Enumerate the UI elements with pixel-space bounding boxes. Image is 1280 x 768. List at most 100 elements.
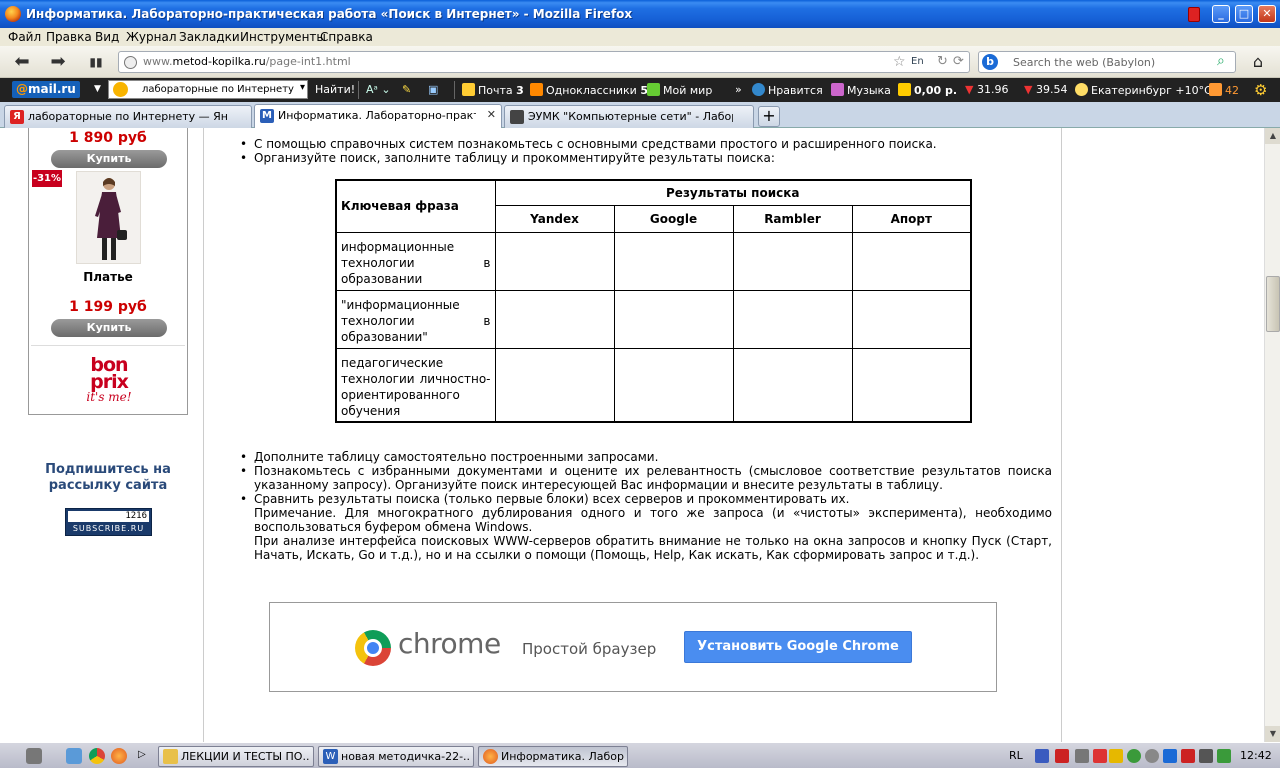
extension-icon[interactable] xyxy=(1188,7,1200,22)
menu-view[interactable]: Вид xyxy=(95,30,119,44)
language-icon[interactable]: En xyxy=(911,56,924,67)
my-world-link[interactable]: Мой мир xyxy=(647,83,712,97)
desktop-icon[interactable] xyxy=(66,748,82,764)
like-icon xyxy=(752,83,765,96)
notifications[interactable]: 42 xyxy=(1209,83,1239,97)
bookmark-star-icon[interactable]: ☆ xyxy=(893,54,906,70)
shield-icon[interactable] xyxy=(1109,749,1123,763)
like-link[interactable]: Нравится xyxy=(752,83,823,97)
tray-icon[interactable] xyxy=(1217,749,1231,763)
install-chrome-button[interactable]: Установить Google Chrome xyxy=(684,631,912,663)
scroll-thumb[interactable] xyxy=(1266,276,1280,332)
maximize-button[interactable]: □ xyxy=(1235,5,1253,23)
chevron-down-icon[interactable]: ▾ xyxy=(300,82,305,93)
search-icon[interactable]: ⌕ xyxy=(1217,53,1225,69)
taskbar-item-word[interactable]: W новая методичка-22-... xyxy=(318,746,474,767)
price-2: 1 199 руб xyxy=(69,299,147,315)
weather-icon xyxy=(1075,83,1088,96)
address-bar[interactable]: www.metod-kopilka.ru/page-int1.html ☆ En… xyxy=(118,51,970,73)
tray-icon[interactable] xyxy=(1127,749,1141,763)
gear-icon[interactable]: ⚙ xyxy=(1254,81,1267,99)
font-size-icon[interactable]: Aᵃ ⌄ xyxy=(366,83,391,96)
antivirus-icon[interactable] xyxy=(1055,749,1069,763)
logo-dropdown-icon[interactable]: ▼ xyxy=(94,84,101,94)
more-button[interactable]: » xyxy=(735,83,742,96)
menu-bookmarks[interactable]: Закладки xyxy=(179,30,240,44)
chrome-ad-banner[interactable]: chrome Простой браузер Установить Google… xyxy=(269,602,997,692)
menu-help[interactable]: Справка xyxy=(320,30,373,44)
tab-bar: Я лабораторные по Интернету — Яндекс... … xyxy=(0,102,1280,128)
keyboard-layout[interactable]: RL xyxy=(1009,749,1023,762)
window-titlebar[interactable]: Информатика. Лабораторно-практическая ра… xyxy=(0,0,1280,28)
find-button[interactable]: Найти! xyxy=(315,83,355,96)
firefox-icon[interactable] xyxy=(111,748,127,764)
table-row: "информационные технологии в образовании… xyxy=(335,289,972,349)
table-header-rambler: Rambler xyxy=(732,204,853,233)
close-tab-icon[interactable]: ✕ xyxy=(487,108,496,121)
scroll-down-icon[interactable]: ▼ xyxy=(1265,726,1280,742)
mail-link[interactable]: Почта 3 xyxy=(462,83,524,97)
tab-informatika[interactable]: M Информатика. Лабораторно-практиче... ✕ xyxy=(254,104,502,128)
weather-link[interactable]: Екатеринбург +10°C xyxy=(1075,83,1212,97)
usd-rate[interactable]: ▼ 31.96 xyxy=(965,83,1008,96)
tray-icon[interactable] xyxy=(1181,749,1195,763)
eur-rate[interactable]: ▼ 39.54 xyxy=(1024,83,1067,96)
toolbar-search-input[interactable]: лабораторные по Интернету ▾ xyxy=(108,80,308,99)
tab-yandex[interactable]: Я лабораторные по Интернету — Яндекс... xyxy=(4,105,252,128)
network-icon[interactable] xyxy=(1035,749,1049,763)
firefox-icon xyxy=(483,749,498,764)
price-1: 1 890 руб xyxy=(69,130,147,146)
scroll-up-icon[interactable]: ▲ xyxy=(1265,128,1280,144)
babylon-icon[interactable]: b xyxy=(982,54,998,70)
expand-icon[interactable]: ▷ xyxy=(138,749,146,760)
home-icon[interactable]: ⌂ xyxy=(1248,52,1268,72)
close-button[interactable]: ✕ xyxy=(1258,5,1276,23)
product-name[interactable]: Платье xyxy=(29,270,187,284)
vertical-scrollbar[interactable]: ▲ ▼ xyxy=(1264,128,1280,742)
menu-file[interactable]: Файл xyxy=(8,30,41,44)
mail-icon xyxy=(462,83,475,96)
volume-icon[interactable] xyxy=(1199,749,1213,763)
bonprix-logo[interactable]: bon prix it's me! xyxy=(69,356,149,407)
taskbar-item-firefox[interactable]: Информатика. Лабор... xyxy=(478,746,628,767)
bluetooth-icon[interactable] xyxy=(1163,749,1177,763)
tray-icon[interactable] xyxy=(1145,749,1159,763)
list-item: • Дополните таблицу самостоятельно постро… xyxy=(240,450,659,464)
tray-icon[interactable] xyxy=(1075,749,1089,763)
chrome-icon[interactable] xyxy=(89,748,105,764)
buy-button-1[interactable]: Купить xyxy=(51,150,167,168)
screen: Информатика. Лабораторно-практическая ра… xyxy=(0,0,1280,768)
taskbar-item-folder[interactable]: ЛЕКЦИИ И ТЕСТЫ ПО... xyxy=(158,746,314,767)
table-header-phrase: Ключевая фраза xyxy=(335,179,496,233)
table-cell xyxy=(732,347,853,423)
mailru-logo[interactable]: @mail.ru xyxy=(12,81,80,98)
new-tab-button[interactable]: + xyxy=(758,106,780,127)
menu-history[interactable]: Журнал xyxy=(126,30,177,44)
page-icon xyxy=(510,110,524,124)
stop-icon[interactable]: ⟳ xyxy=(953,54,964,69)
list-item: • С помощью справочных систем познакомьте… xyxy=(240,137,937,151)
web-search-box[interactable]: b Search the web (Babylon) ⌕ xyxy=(978,51,1236,73)
system-tray: RL 12:42 xyxy=(1003,745,1280,767)
pen-icon[interactable]: ✎ xyxy=(402,83,411,96)
menu-tools[interactable]: Инструменты xyxy=(240,30,326,44)
dress-image[interactable] xyxy=(76,171,141,264)
reload-icon[interactable]: ↻ xyxy=(937,54,948,69)
search-page-icon[interactable]: ▣ xyxy=(428,83,438,96)
money-link[interactable]: 0,00 р. xyxy=(898,83,957,97)
odnoklassniki-link[interactable]: Одноклассники 5 xyxy=(530,83,648,97)
folder-icon xyxy=(163,749,178,764)
subscribe-counter[interactable]: 1216 SUBSCRIBE.RU xyxy=(65,508,152,536)
buy-button-2[interactable]: Купить xyxy=(51,319,167,337)
tray-icon[interactable] xyxy=(1093,749,1107,763)
windows-start-icon[interactable] xyxy=(26,748,42,764)
menu-edit[interactable]: Правка xyxy=(46,30,92,44)
minimize-button[interactable]: _ xyxy=(1212,5,1230,23)
note-text: Примечание. Для многократного дублирован… xyxy=(254,506,1052,534)
back-button[interactable]: ⬅ xyxy=(10,52,34,72)
music-link[interactable]: Музыка xyxy=(831,83,891,97)
url-text[interactable]: www.metod-kopilka.ru/page-int1.html xyxy=(143,55,351,68)
forward-button[interactable]: ➡ xyxy=(46,52,70,72)
yandex-icon: Я xyxy=(10,110,24,124)
tab-eumk[interactable]: ЭУМК "Компьютерные сети" - Лаборат... xyxy=(504,105,754,128)
